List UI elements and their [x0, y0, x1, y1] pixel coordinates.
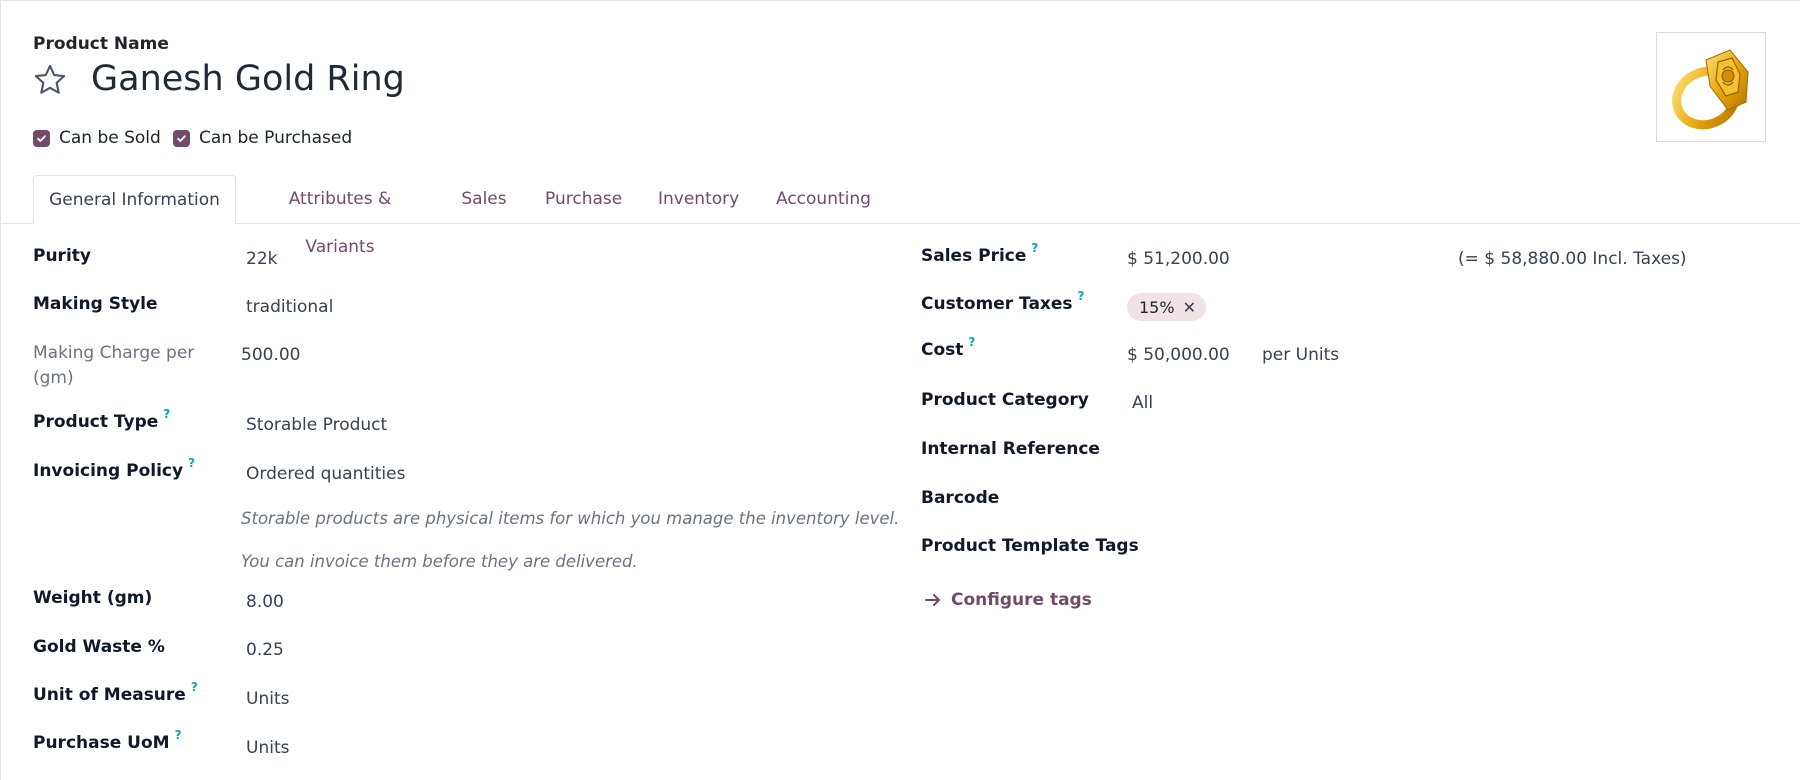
purchase-uom-field[interactable]: Units — [246, 738, 289, 758]
purity-label: Purity — [33, 246, 91, 266]
purity-field[interactable]: 22k — [246, 249, 277, 269]
help-tooltip-icon[interactable]: ? — [175, 728, 182, 742]
tab-sales[interactable]: Sales — [461, 175, 507, 223]
unit-of-measure-field[interactable]: Units — [246, 689, 289, 709]
product-category-field[interactable]: All — [1132, 393, 1153, 413]
gold-waste-label: Gold Waste % — [33, 637, 165, 657]
help-tooltip-icon[interactable]: ? — [163, 407, 170, 421]
help-tooltip-icon[interactable]: ? — [1031, 241, 1038, 255]
favorite-star-icon[interactable] — [32, 62, 68, 98]
invoicing-policy-label: Invoicing Policy? — [33, 456, 196, 481]
checkbox-checked-icon[interactable] — [33, 129, 50, 147]
making-charge-label: Making Charge per (gm) — [33, 343, 195, 388]
storable-product-note: Storable products are physical items for… — [241, 509, 900, 528]
incl-taxes-price: (= $ 58,880.00 Incl. Taxes) — [1458, 249, 1687, 269]
configure-tags-link[interactable]: Configure tags — [925, 590, 1092, 610]
checkbox-checked-icon[interactable] — [173, 129, 190, 147]
internal-reference-input[interactable] — [1127, 433, 1687, 463]
product-type-label: Product Type? — [33, 407, 171, 432]
arrow-right-icon — [925, 594, 940, 606]
can-be-purchased-checkbox[interactable]: Can be Purchased — [173, 128, 352, 148]
remove-tag-icon[interactable]: ✕ — [1183, 298, 1196, 317]
customer-taxes-label: Customer Taxes? — [921, 289, 1085, 314]
weight-label: Weight (gm) — [33, 588, 153, 608]
can-be-sold-label: Can be Sold — [59, 128, 161, 148]
tax-tag[interactable]: 15% ✕ — [1127, 293, 1206, 321]
can-be-purchased-label: Can be Purchased — [199, 128, 353, 148]
invoice-note: You can invoice them before they are del… — [241, 552, 638, 571]
product-type-select[interactable]: Storable Product — [246, 415, 387, 435]
help-tooltip-icon[interactable]: ? — [968, 335, 975, 349]
gold-waste-field[interactable]: 0.25 — [246, 640, 284, 660]
product-name-label: Product Name — [33, 34, 169, 54]
barcode-input[interactable] — [1127, 482, 1687, 512]
making-charge-field[interactable]: 500.00 — [241, 345, 300, 365]
cost-label: Cost? — [921, 335, 976, 360]
invoicing-policy-select[interactable]: Ordered quantities — [246, 464, 405, 484]
product-form-sheet: Product Name Ganesh Gold Ring Can be Sol… — [0, 0, 1800, 780]
making-style-field[interactable]: traditional — [246, 297, 333, 317]
weight-field[interactable]: 8.00 — [246, 592, 284, 612]
product-image[interactable] — [1656, 32, 1766, 142]
tab-general-information[interactable]: General Information — [33, 175, 236, 224]
sales-price-field[interactable]: $ 51,200.00 — [1127, 249, 1230, 269]
help-tooltip-icon[interactable]: ? — [1078, 289, 1085, 303]
unit-of-measure-label: Unit of Measure? — [33, 680, 198, 705]
gold-ring-image — [1672, 49, 1749, 130]
product-template-tags-input[interactable] — [1127, 530, 1687, 560]
internal-reference-label: Internal Reference — [921, 439, 1100, 459]
tax-tag-label: 15% — [1139, 297, 1175, 317]
tabs-divider — [1, 223, 1800, 224]
product-name-field[interactable]: Ganesh Gold Ring — [91, 59, 405, 99]
configure-tags-label: Configure tags — [951, 590, 1092, 610]
tab-attributes-variants[interactable]: Attributes & Variants — [255, 175, 425, 257]
barcode-label: Barcode — [921, 488, 1000, 508]
making-style-label: Making Style — [33, 294, 158, 314]
cost-field[interactable]: $ 50,000.00 — [1127, 345, 1230, 365]
purchase-uom-label: Purchase UoM? — [33, 728, 182, 753]
product-category-label: Product Category — [921, 390, 1089, 410]
help-tooltip-icon[interactable]: ? — [188, 456, 195, 470]
cost-unit: per Units — [1262, 345, 1340, 365]
tab-accounting[interactable]: Accounting — [776, 175, 871, 223]
help-tooltip-icon[interactable]: ? — [191, 680, 198, 694]
tab-purchase[interactable]: Purchase — [545, 175, 622, 223]
can-be-sold-checkbox[interactable]: Can be Sold — [33, 128, 161, 148]
sales-price-label: Sales Price? — [921, 241, 1039, 266]
product-template-tags-label: Product Template Tags — [921, 536, 1139, 556]
tab-inventory[interactable]: Inventory — [658, 175, 739, 223]
